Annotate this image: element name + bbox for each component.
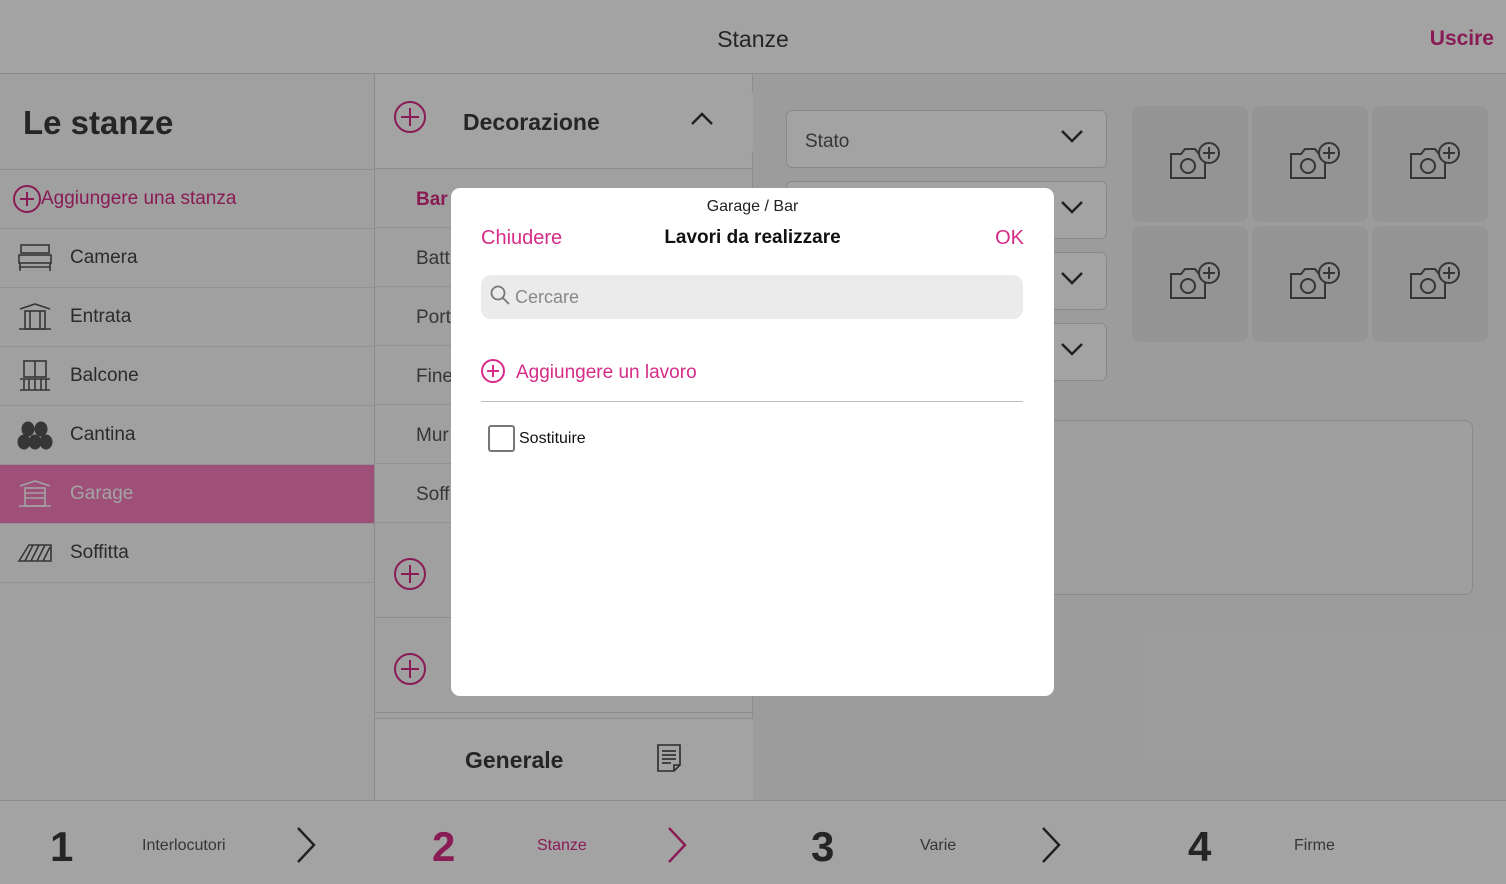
search-icon — [490, 285, 510, 310]
search-input[interactable] — [515, 286, 1015, 308]
close-button[interactable]: Chiudere — [481, 227, 562, 250]
modal-breadcrumb: Garage / Bar — [706, 198, 799, 215]
plus-circle-icon — [481, 359, 505, 383]
work-item-label: Sostituire — [519, 429, 586, 447]
add-work-label: Aggiungere un lavoro — [516, 362, 697, 383]
work-checkbox[interactable] — [488, 425, 515, 452]
search-bar[interactable] — [481, 275, 1023, 319]
works-modal: Garage / Bar Lavori da realizzare Chiude… — [451, 188, 1054, 696]
ok-button[interactable]: OK — [995, 227, 1024, 250]
add-work-button[interactable]: Aggiungere un lavoro — [481, 359, 1023, 402]
work-item[interactable]: Sostituire — [488, 425, 586, 452]
